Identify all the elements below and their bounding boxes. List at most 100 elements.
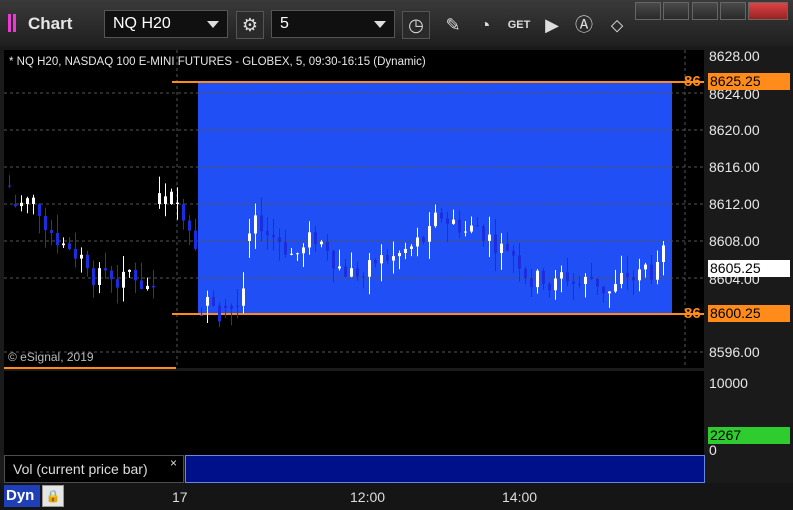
candle-body xyxy=(422,237,425,242)
candle-body xyxy=(356,268,359,277)
upper-level-label: 86 xyxy=(684,73,701,90)
candle-body xyxy=(182,204,185,221)
candle-body xyxy=(62,243,65,246)
candle-body xyxy=(518,255,521,269)
candle-body xyxy=(410,246,413,249)
price-tick: 8616.00 xyxy=(709,159,760,175)
candle-body xyxy=(554,278,557,291)
candle-body xyxy=(56,233,59,246)
candle-body xyxy=(98,268,101,286)
candle-body xyxy=(176,202,179,204)
dynamic-mode-button[interactable]: Dyn xyxy=(4,485,40,507)
candle-body xyxy=(158,193,161,204)
candle-body xyxy=(242,288,245,306)
candle-body xyxy=(296,253,299,255)
candle-body xyxy=(326,241,329,251)
upper-level-badge: 8625.25 xyxy=(708,73,790,90)
candle-body xyxy=(608,291,611,294)
candle-body xyxy=(374,260,377,264)
candle-body xyxy=(620,272,623,285)
candle-body xyxy=(632,277,635,281)
candle-body xyxy=(20,202,23,207)
candle-body xyxy=(92,268,95,286)
volume-panel[interactable] xyxy=(4,371,704,455)
candle-body xyxy=(428,226,431,242)
volume-title-area[interactable] xyxy=(185,455,705,483)
candle-body xyxy=(506,243,509,251)
volume-last-badge: 2267 xyxy=(708,427,790,444)
candle-body xyxy=(464,231,467,233)
candle-body xyxy=(146,285,149,290)
candle-body xyxy=(482,226,485,241)
candle-body xyxy=(170,191,173,204)
price-tick: 8596.00 xyxy=(709,344,760,360)
last-price-badge: 8605.25 xyxy=(708,260,790,277)
candle-body xyxy=(416,237,419,247)
candle-body xyxy=(110,270,113,280)
candle-body xyxy=(380,255,383,264)
candle-body xyxy=(614,284,617,292)
candle-body xyxy=(512,250,515,256)
candle-body xyxy=(290,253,293,255)
copyright-text: © eSignal, 2019 xyxy=(8,350,94,364)
candle-body xyxy=(8,185,11,187)
candle-body xyxy=(638,269,641,281)
candle-body xyxy=(338,266,341,269)
candle-body xyxy=(104,268,107,271)
candle-body xyxy=(128,269,131,272)
candle-body xyxy=(566,272,569,282)
candle-body xyxy=(308,232,311,248)
candle-body xyxy=(572,281,575,284)
volume-label[interactable]: Vol (current price bar) xyxy=(4,455,184,483)
candle-body xyxy=(272,235,275,238)
candle-body xyxy=(116,279,119,288)
candle-body xyxy=(500,243,503,253)
range-highlight-box xyxy=(198,82,672,314)
candle-body xyxy=(398,252,401,257)
candle-body xyxy=(590,276,593,279)
candle-body xyxy=(578,283,581,285)
candle-body xyxy=(494,234,497,253)
lock-icon[interactable]: 🔒 xyxy=(42,485,64,507)
candle-body xyxy=(476,225,479,227)
candle-body xyxy=(386,255,389,261)
price-tick: 8620.00 xyxy=(709,122,760,138)
chart-legend: * NQ H20, NASDAQ 100 E-MINI FUTURES - GL… xyxy=(9,56,426,68)
candle-body xyxy=(332,250,335,269)
candle-body xyxy=(206,296,209,306)
candle-body xyxy=(350,268,353,277)
candle-body xyxy=(404,248,407,253)
close-icon[interactable]: × xyxy=(170,456,177,470)
candle-body xyxy=(584,276,587,285)
candle-body xyxy=(446,218,449,224)
candle-body xyxy=(44,215,47,231)
candle-body xyxy=(194,230,197,250)
candle-body xyxy=(530,278,533,288)
candle-body xyxy=(134,269,137,281)
candle-body xyxy=(254,215,257,234)
candle-body xyxy=(440,212,443,219)
candle-body xyxy=(368,260,371,277)
candle-body xyxy=(50,230,53,234)
candle-body xyxy=(596,278,599,287)
candle-body xyxy=(602,286,605,294)
time-axis[interactable]: Dyn 🔒 17 12:00 14:00 xyxy=(0,483,793,510)
candle-body xyxy=(662,245,665,263)
candle-body xyxy=(650,264,653,280)
candle-body xyxy=(122,271,125,288)
lower-level-label: 86 xyxy=(684,305,701,322)
candle-body xyxy=(236,305,239,307)
candle-body xyxy=(200,315,203,316)
volume-tick: 10000 xyxy=(709,375,748,391)
candle-body xyxy=(188,220,191,231)
candle-body xyxy=(278,237,281,243)
candle-body xyxy=(74,248,77,259)
candle-body xyxy=(212,296,215,306)
candle-body xyxy=(344,266,347,277)
time-label: 12:00 xyxy=(350,489,386,505)
candle-body xyxy=(488,234,491,241)
volume-tick: 0 xyxy=(709,442,717,458)
candle-body xyxy=(362,276,365,278)
candle-body xyxy=(452,219,455,224)
candle-body xyxy=(320,241,323,245)
